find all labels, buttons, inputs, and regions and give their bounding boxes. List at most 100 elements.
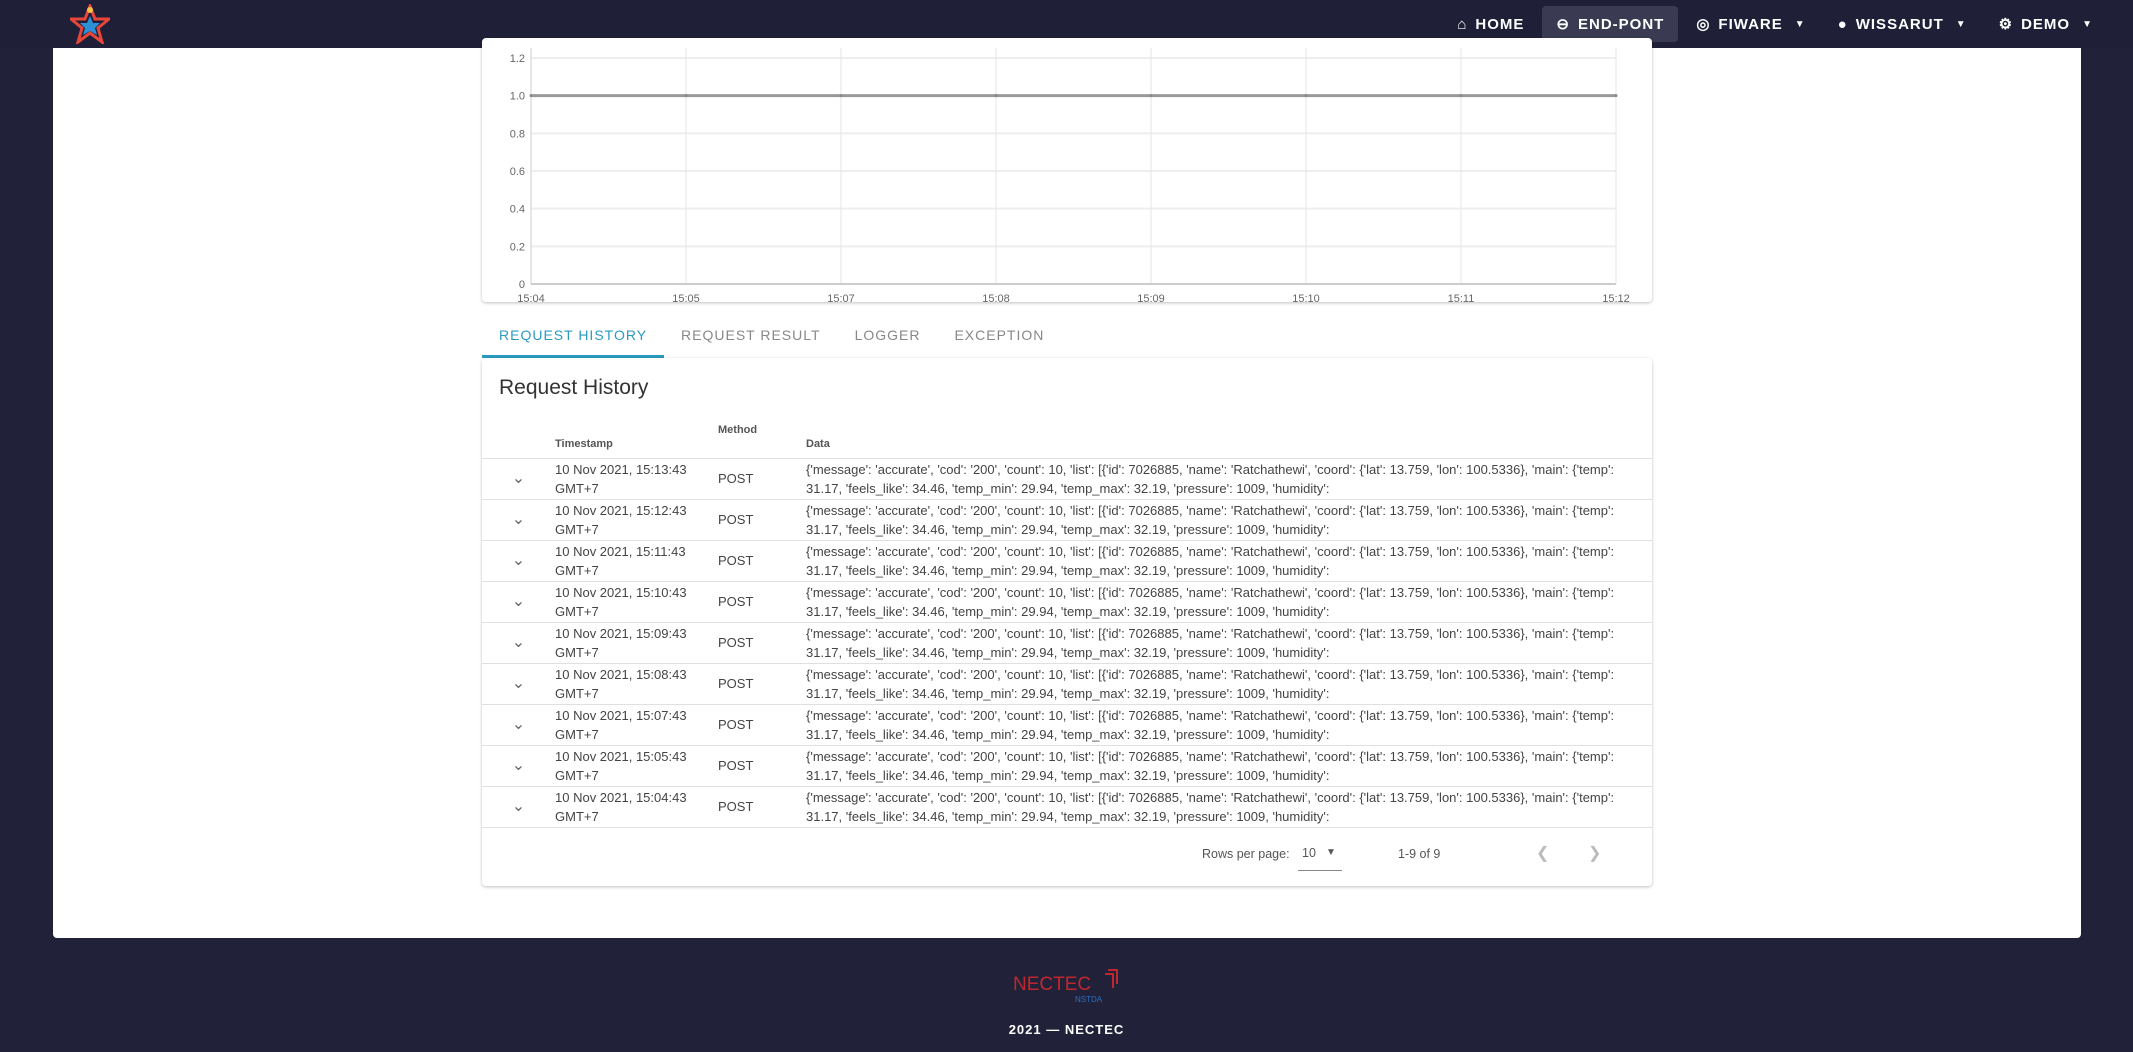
nav-label: WISSARUT <box>1855 15 1944 33</box>
rows-per-page-value: 10 <box>1302 846 1316 860</box>
pagination: Rows per page: 10 ▼ 1-9 of 9 ❮ ❯ <box>1052 824 1652 886</box>
data-cell: {'message': 'accurate', 'cod': '200', 'c… <box>806 663 1652 705</box>
data-point <box>1149 94 1153 98</box>
timestamp-cell: 10 Nov 2021, 15:08:43 GMT+7 <box>555 663 718 705</box>
method-cell: POST <box>718 458 806 500</box>
table-row[interactable]: ⌄ 10 Nov 2021, 15:09:43 GMT+7 POST {'messag… <box>482 622 1652 664</box>
method-cell: POST <box>718 622 806 664</box>
method-cell: POST <box>718 704 806 746</box>
expand-row-chevron-icon[interactable]: ⌄ <box>482 745 555 787</box>
data-cell: {'message': 'accurate', 'cod': '200', 'c… <box>806 622 1652 664</box>
data-cell: {'message': 'accurate', 'cod': '200', 'c… <box>806 704 1652 746</box>
next-page-button[interactable]: ❯ <box>1588 843 1601 863</box>
table-row[interactable]: ⌄ 10 Nov 2021, 15:08:43 GMT+7 POST {'messag… <box>482 663 1652 705</box>
svg-text:NSTDA: NSTDA <box>1075 995 1103 1004</box>
data-point <box>1614 94 1618 98</box>
nav-demo[interactable]: ⚙ DEMO ▼ <box>1985 6 2107 42</box>
expand-row-chevron-icon[interactable]: ⌄ <box>482 499 555 541</box>
timestamp-cell: 10 Nov 2021, 15:09:43 GMT+7 <box>555 622 718 664</box>
data-cell: {'message': 'accurate', 'cod': '200', 'c… <box>806 458 1652 500</box>
data-point <box>1459 94 1463 98</box>
y-tick-label: 0.2 <box>510 241 525 253</box>
expand-header <box>482 418 555 459</box>
expand-row-chevron-icon[interactable]: ⌄ <box>482 540 555 582</box>
x-tick-label: 15:09 <box>1137 293 1165 302</box>
method-cell: POST <box>718 499 806 541</box>
nav-label: END-PONT <box>1577 15 1665 33</box>
rows-per-page-select[interactable]: 10 ▼ <box>1298 839 1342 871</box>
data-cell: {'message': 'accurate', 'cod': '200', 'c… <box>806 581 1652 623</box>
nav-end-pont[interactable]: ⊖ END-PONT <box>1542 6 1679 42</box>
y-tick-label: 0.6 <box>510 166 525 178</box>
x-tick-label: 15:12 <box>1602 293 1630 302</box>
prev-page-button[interactable]: ❮ <box>1536 843 1549 863</box>
app-logo-star-icon[interactable] <box>70 4 110 44</box>
gears-icon: ⚙ <box>1998 16 2014 33</box>
method-cell: POST <box>718 745 806 787</box>
expand-row-chevron-icon[interactable]: ⌄ <box>482 622 555 664</box>
header-timestamp: Timestamp <box>555 418 718 459</box>
nectec-logo: NECTEC NSTDA <box>1013 969 1118 1004</box>
data-cell: {'message': 'accurate', 'cod': '200', 'c… <box>806 499 1652 541</box>
expand-row-chevron-icon[interactable]: ⌄ <box>482 663 555 705</box>
user-icon: ● <box>1837 15 1848 33</box>
expand-row-chevron-icon[interactable]: ⌄ <box>482 581 555 623</box>
fingerprint-icon: ◎ <box>1696 16 1711 33</box>
x-tick-label: 15:04 <box>517 293 545 302</box>
data-cell: {'message': 'accurate', 'cod': '200', 'c… <box>806 745 1652 787</box>
tab-request-result[interactable]: REQUEST RESULT <box>664 318 838 358</box>
table-row[interactable]: ⌄ 10 Nov 2021, 15:04:43 GMT+7 POST {'messag… <box>482 786 1652 828</box>
tab-exception[interactable]: EXCEPTION <box>937 318 1061 358</box>
footer-copyright: 2021 — NECTEC <box>1008 1022 1125 1037</box>
caret-down-icon: ▼ <box>1955 18 1967 30</box>
y-tick-label: 0.8 <box>510 128 525 140</box>
card-title: Request History <box>499 376 649 399</box>
tab-bar: REQUEST HISTORY REQUEST RESULT LOGGER EXCEP… <box>482 318 1061 358</box>
x-tick-label: 15:11 <box>1448 293 1475 302</box>
nav-home[interactable]: ⌂ HOME <box>1443 6 1538 42</box>
nav-fiware[interactable]: ◎ FIWARE ▼ <box>1682 6 1819 42</box>
table-row[interactable]: ⌄ 10 Nov 2021, 15:07:43 GMT+7 POST {'messag… <box>482 704 1652 746</box>
data-point <box>994 94 998 98</box>
table-row[interactable]: ⌄ 10 Nov 2021, 15:11:43 GMT+7 POST {'messag… <box>482 540 1652 582</box>
rows-per-page-label: Rows per page: <box>1202 847 1290 861</box>
home-icon: ⌂ <box>1457 15 1468 33</box>
timestamp-cell: 10 Nov 2021, 15:07:43 GMT+7 <box>555 704 718 746</box>
x-tick-label: 15:10 <box>1292 293 1320 302</box>
timestamp-cell: 10 Nov 2021, 15:10:43 GMT+7 <box>555 581 718 623</box>
method-cell: POST <box>718 581 806 623</box>
nav-label: FIWARE <box>1718 15 1783 33</box>
table-row[interactable]: ⌄ 10 Nov 2021, 15:10:43 GMT+7 POST {'messag… <box>482 581 1652 623</box>
data-point <box>839 94 843 98</box>
data-point <box>1304 94 1308 98</box>
y-tick-label: 0.4 <box>510 204 525 216</box>
header-data: Data <box>806 418 1652 459</box>
method-cell: POST <box>718 786 806 828</box>
expand-row-chevron-icon[interactable]: ⌄ <box>482 704 555 746</box>
nav-wissarut[interactable]: ● WISSARUT ▼ <box>1824 6 1981 42</box>
tab-request-history[interactable]: REQUEST HISTORY <box>482 318 665 358</box>
timestamp-cell: 10 Nov 2021, 15:04:43 GMT+7 <box>555 786 718 828</box>
dropdown-caret-icon: ▼ <box>1326 847 1336 858</box>
data-cell: {'message': 'accurate', 'cod': '200', 'c… <box>806 786 1652 828</box>
logo-text: NECTEC <box>1013 974 1091 995</box>
link-icon: ⊖ <box>1556 16 1570 33</box>
request-history-card: Request History Timestamp Method Data ⌄ 1… <box>482 358 1652 886</box>
tab-logger[interactable]: LOGGER <box>838 318 938 358</box>
table-row[interactable]: ⌄ 10 Nov 2021, 15:13:43 GMT+7 POST {'messag… <box>482 458 1652 500</box>
data-point <box>529 94 533 98</box>
table-row[interactable]: ⌄ 10 Nov 2021, 15:12:43 GMT+7 POST {'messag… <box>482 499 1652 541</box>
timestamp-cell: 10 Nov 2021, 15:13:43 GMT+7 <box>555 458 718 500</box>
y-tick-label: 1.2 <box>510 53 525 65</box>
data-point <box>684 94 688 98</box>
nav-label: DEMO <box>2021 15 2071 33</box>
data-cell: {'message': 'accurate', 'cod': '200', 'c… <box>806 540 1652 582</box>
timestamp-cell: 10 Nov 2021, 15:05:43 GMT+7 <box>555 745 718 787</box>
main-panel: 0 0.2 0.4 0.6 0.8 1.0 1.2 15:04 15:05 15:07 15:08 1… <box>53 38 2081 938</box>
expand-row-chevron-icon[interactable]: ⌄ <box>482 786 555 828</box>
expand-row-chevron-icon[interactable]: ⌄ <box>482 458 555 500</box>
header-method: Method <box>718 418 806 459</box>
timestamp-cell: 10 Nov 2021, 15:12:43 GMT+7 <box>555 499 718 541</box>
table-row[interactable]: ⌄ 10 Nov 2021, 15:05:43 GMT+7 POST {'messag… <box>482 745 1652 787</box>
caret-down-icon: ▼ <box>2082 18 2093 30</box>
